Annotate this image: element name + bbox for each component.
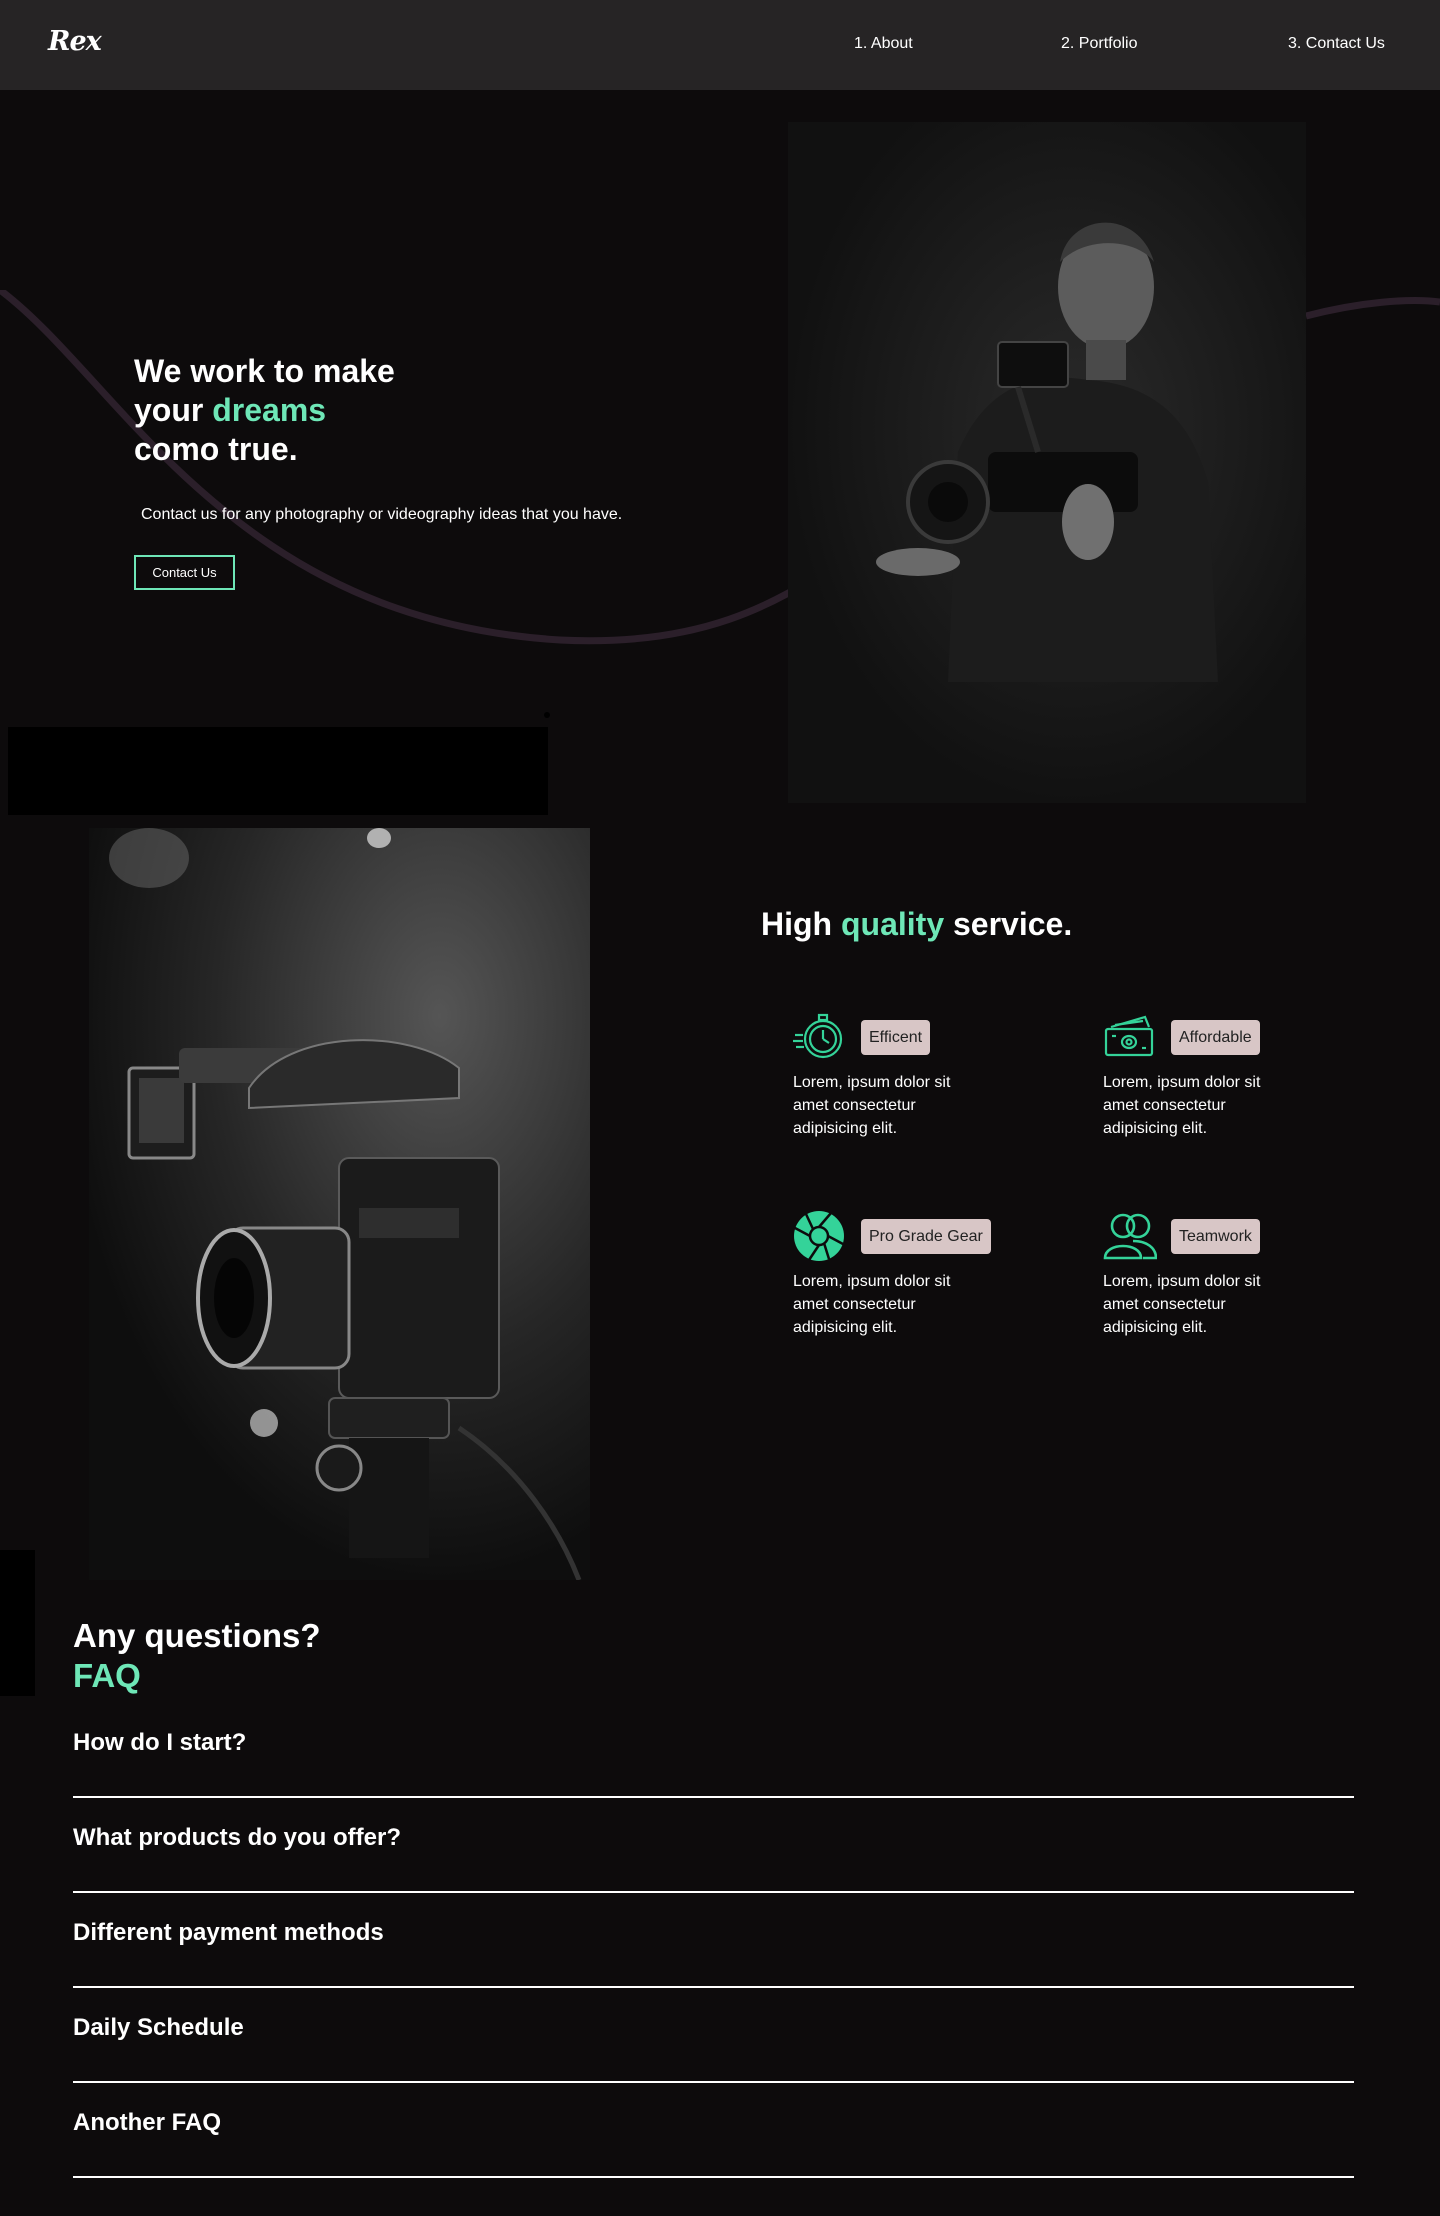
service-title-suffix: service. (944, 906, 1073, 942)
feature-affordable: Affordable Lorem, ipsum dolor sit amet c… (1103, 1015, 1303, 1140)
hero-title-accent: dreams (212, 392, 327, 428)
feature-description: Lorem, ipsum dolor sit amet consectetur … (793, 1273, 951, 1336)
feature-badge: Affordable (1171, 1019, 1260, 1055)
videographer-photo (788, 122, 1306, 803)
hero-subtitle: Contact us for any photography or videog… (141, 506, 623, 523)
feature-teamwork: Teamwork Lorem, ipsum dolor sit amet con… (1103, 1213, 1303, 1339)
service-title: High quality service. (761, 906, 1072, 943)
stopwatch-icon (793, 1011, 847, 1063)
team-icon (1103, 1210, 1157, 1262)
hero-title-line2: your (134, 392, 213, 428)
nav-link-about[interactable]: 1. About (854, 35, 913, 53)
faq-question: What products do you offer? (73, 1824, 401, 1851)
money-icon (1103, 1011, 1157, 1063)
faq-question: Different payment methods (73, 1919, 384, 1946)
feature-description: Lorem, ipsum dolor sit amet consectetur … (1103, 1074, 1261, 1137)
contact-us-button[interactable]: Contact Us (134, 555, 235, 590)
service-title-accent: quality (840, 906, 945, 942)
faq-item[interactable]: What products do you offer? (73, 1798, 1354, 1893)
faq-question: How do I start? (73, 1729, 247, 1756)
faq-subtitle: FAQ (73, 1657, 141, 1694)
aperture-icon (793, 1210, 847, 1262)
decorative-dot (544, 712, 550, 718)
feature-efficient: Efficent Lorem, ipsum dolor sit amet con… (793, 1013, 993, 1140)
hero-title: We work to make your dreams como true. (134, 352, 614, 469)
brand-logo[interactable]: Rex (48, 26, 102, 57)
decorative-black-bar (8, 727, 548, 815)
faq-question: Another FAQ (73, 2109, 221, 2136)
cinema-camera-photo (89, 828, 590, 1580)
feature-description: Lorem, ipsum dolor sit amet consectetur … (1103, 1273, 1261, 1336)
service-title-prefix: High (761, 906, 841, 942)
feature-pro-gear: Pro Grade Gear Lorem, ipsum dolor sit am… (793, 1211, 993, 1339)
nav-link-portfolio[interactable]: 2. Portfolio (1061, 35, 1137, 53)
faq-item[interactable]: How do I start? (73, 1703, 1354, 1798)
hero-title-line3: como true. (134, 431, 298, 467)
feature-badge: Efficent (861, 1019, 931, 1055)
feature-badge: Pro Grade Gear (861, 1218, 991, 1254)
top-navbar: Rex 1. About 2. Portfolio 3. Contact Us (0, 0, 1440, 90)
faq-item[interactable]: Daily Schedule (73, 1988, 1354, 2083)
decorative-black-block (0, 1550, 35, 1696)
faq-title: Any questions? (73, 1617, 321, 1654)
faq-item[interactable]: Another FAQ (73, 2083, 1354, 2178)
faq-item[interactable]: Different payment methods (73, 1893, 1354, 1988)
faq-question: Daily Schedule (73, 2014, 244, 2041)
hero-title-line1: We work to make (134, 353, 395, 389)
feature-badge: Teamwork (1171, 1218, 1260, 1254)
feature-description: Lorem, ipsum dolor sit amet consectetur … (793, 1074, 951, 1137)
nav-link-contact[interactable]: 3. Contact Us (1288, 35, 1385, 53)
faq-heading: Any questions? FAQ (73, 1616, 321, 1696)
